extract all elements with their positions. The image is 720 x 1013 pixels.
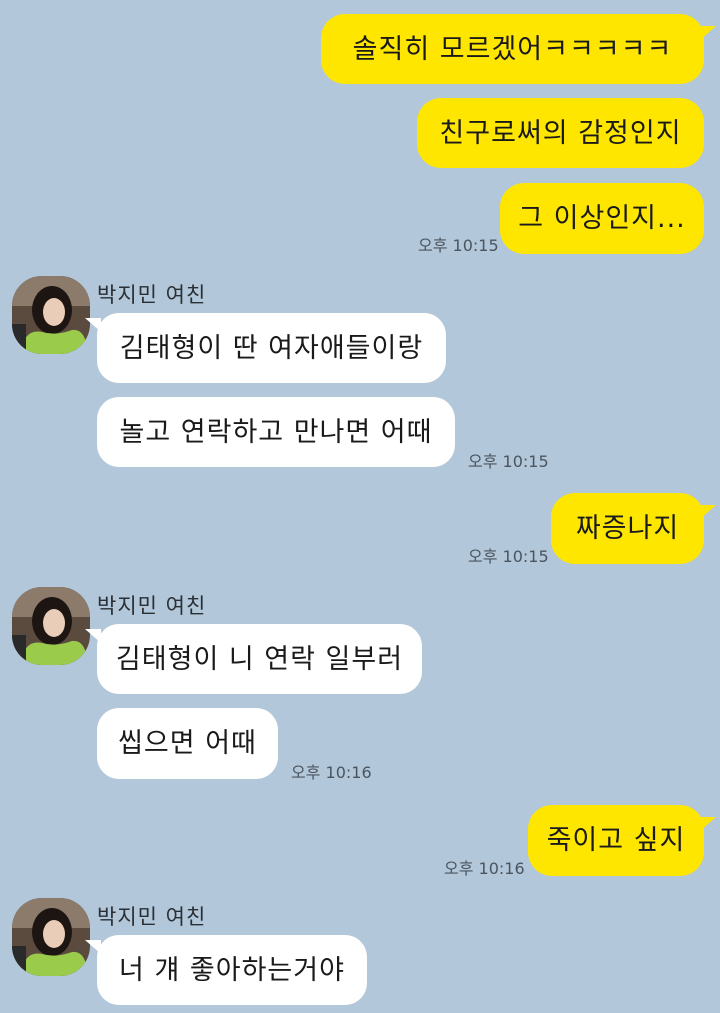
sender-name: 박지민 여친 [97, 594, 207, 618]
message-text: 짜증나지 [575, 513, 680, 544]
bubble-tail [85, 629, 101, 643]
profile-avatar-icon[interactable] [12, 587, 90, 665]
bubble-tail [700, 505, 716, 519]
their-message-bubble[interactable]: 씹으면 어때 [97, 708, 278, 779]
message-text: 그 이상인지... [518, 203, 686, 234]
bubble-tail [700, 26, 716, 40]
my-message-bubble[interactable]: 짜증나지 [551, 493, 704, 564]
their-message-bubble[interactable]: 김태형이 딴 여자애들이랑 [97, 313, 446, 383]
sender-name: 박지민 여친 [97, 283, 207, 307]
bubble-tail [700, 817, 716, 831]
message-text: 솔직히 모르겠어ㅋㅋㅋㅋㅋ [352, 33, 673, 65]
message-timestamp: 오후 10:16 [444, 859, 525, 878]
message-timestamp: 오후 10:15 [468, 547, 549, 566]
message-text: 너 걔 좋아하는거야 [119, 954, 345, 986]
my-message-bubble[interactable]: 죽이고 싶지 [528, 805, 704, 876]
avatar-image [12, 587, 90, 665]
bubble-tail [85, 940, 101, 954]
message-text: 김태형이 니 연락 일부러 [115, 643, 404, 675]
message-timestamp: 오후 10:16 [291, 763, 372, 782]
message-text: 놀고 연락하고 만나면 어때 [119, 416, 433, 448]
avatar-image [12, 898, 90, 976]
bubble-tail [85, 318, 101, 332]
message-timestamp: 오후 10:15 [418, 236, 499, 255]
message-text: 죽이고 싶지 [546, 825, 686, 856]
my-message-bubble[interactable]: 친구로써의 감정인지 [417, 98, 704, 168]
profile-avatar-icon[interactable] [12, 276, 90, 354]
avatar-image [12, 276, 90, 354]
my-message-bubble[interactable]: 그 이상인지... [500, 183, 704, 254]
sender-name: 박지민 여친 [97, 905, 207, 929]
message-timestamp: 오후 10:15 [468, 452, 549, 471]
their-message-bubble[interactable]: 너 걔 좋아하는거야 [97, 935, 367, 1005]
their-message-bubble[interactable]: 김태형이 니 연락 일부러 [97, 624, 422, 694]
message-text: 친구로써의 감정인지 [439, 117, 682, 149]
profile-avatar-icon[interactable] [12, 898, 90, 976]
their-message-bubble[interactable]: 놀고 연락하고 만나면 어때 [97, 397, 455, 467]
message-text: 김태형이 딴 여자애들이랑 [119, 332, 424, 364]
message-text: 씹으면 어때 [118, 728, 257, 759]
my-message-bubble[interactable]: 솔직히 모르겠어ㅋㅋㅋㅋㅋ [321, 14, 704, 84]
